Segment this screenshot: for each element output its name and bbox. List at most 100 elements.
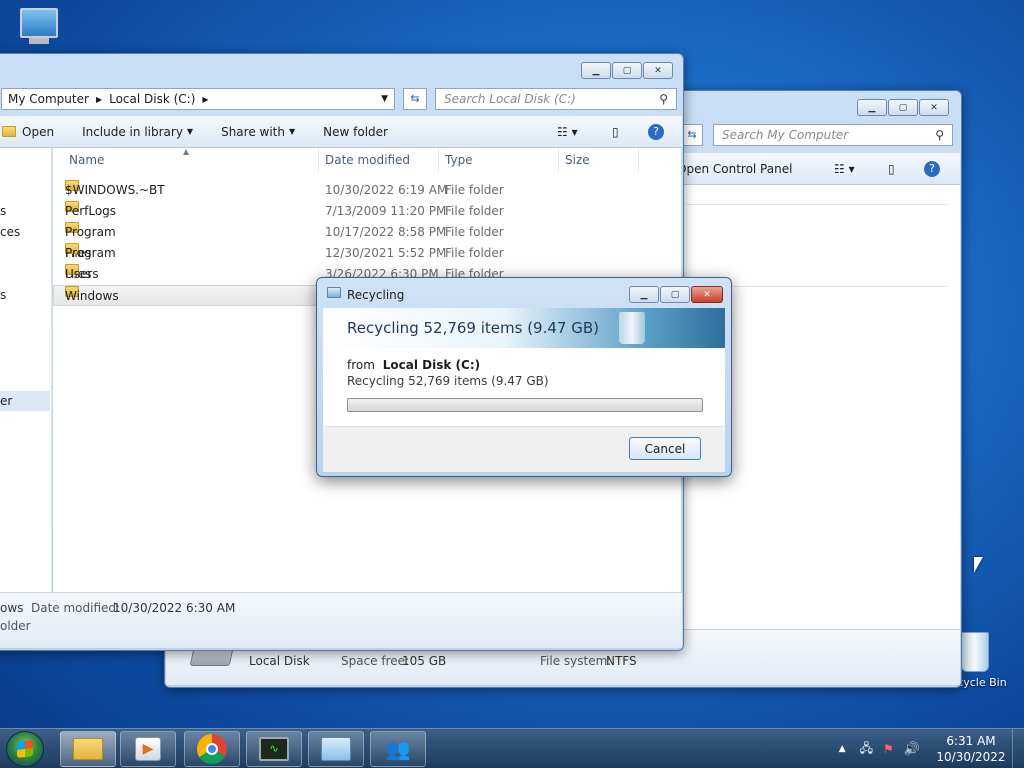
volume-icon[interactable]: 🔊 — [904, 742, 920, 757]
clock[interactable]: 6:31 AM 10/30/2022 — [934, 733, 1008, 765]
navigation-pane: s ces s er — [0, 148, 52, 592]
selected-type: older — [0, 619, 31, 633]
address-dropdown-icon[interactable]: ▼ — [381, 94, 388, 104]
close-button[interactable]: ✕ — [919, 99, 949, 116]
show-hidden-icons-icon[interactable]: ▲ — [839, 744, 846, 754]
column-header-name[interactable]: Name ▲ — [63, 148, 319, 172]
chrome-icon — [197, 734, 227, 764]
search-placeholder: Search My Computer — [722, 128, 849, 142]
table-row[interactable]: Program Files 10/17/2022 8:58 PM File fo… — [53, 222, 681, 260]
chevron-down-icon: ▼ — [186, 127, 194, 136]
breadcrumb-chevron-icon: ▶ — [95, 94, 103, 104]
details-pane: ows Date modified: 10/30/2022 6:30 AM ol… — [0, 592, 682, 648]
column-header-size[interactable]: Size — [559, 148, 639, 172]
search-input[interactable]: Search My Computer ⚲ — [713, 124, 953, 146]
taskbar-control-panel-button[interactable] — [308, 731, 364, 767]
maximize-button[interactable]: ▢ — [888, 99, 918, 116]
computer-desktop-icon[interactable] — [14, 8, 64, 44]
selected-name: ows — [0, 601, 24, 615]
open-button[interactable]: Open — [0, 125, 68, 139]
toolbar: Open Include in library ▼ Share with ▼ N… — [0, 116, 682, 148]
dialog-header-text: Recycling 52,769 items (9.47 GB) — [347, 319, 599, 337]
explorer-folder-icon — [73, 738, 103, 760]
file-system-value: NTFS — [606, 654, 637, 668]
address-bar[interactable]: My Computer ▶ Local Disk (C:) ▶ ▼ — [1, 88, 395, 110]
table-row[interactable]: Program Files (x86) 12/30/2021 5:52 PM F… — [53, 243, 681, 302]
chrome-center-icon — [206, 743, 218, 755]
taskbar-explorer-button[interactable] — [60, 731, 116, 767]
nav-item[interactable]: s — [0, 204, 6, 218]
users-icon: 👥 — [385, 737, 411, 761]
taskbar: ▶ ∿ 👥 ▲ 🖧 ⚑ 🔊 6:31 AM 10/30/2022 — [0, 728, 1024, 768]
preview-pane-icon[interactable]: ▯ — [612, 125, 619, 139]
mouse-cursor — [974, 557, 983, 573]
open-control-panel-button[interactable]: Open Control Panel — [671, 162, 798, 176]
file-system-label: File system: — [540, 654, 612, 668]
maximize-button[interactable]: ▢ — [660, 286, 690, 303]
caption-buttons: ▁ ▢ ✕ — [629, 286, 723, 303]
monitor-stand-icon — [29, 38, 49, 44]
taskbar-chrome-button[interactable] — [184, 731, 240, 767]
network-icon[interactable]: 🖧 — [860, 739, 873, 760]
from-value: Local Disk (C:) — [382, 358, 481, 372]
progress-bar — [347, 398, 703, 412]
taskbar-users-button[interactable]: 👥 — [370, 731, 426, 767]
taskbar-task-manager-button[interactable]: ∿ — [246, 731, 302, 767]
search-icon: ⚲ — [935, 128, 944, 142]
clock-date: 10/30/2022 — [936, 750, 1006, 764]
control-panel-icon — [321, 737, 351, 761]
space-free-value: 105 GB — [402, 654, 447, 668]
cancel-button[interactable]: Cancel — [629, 437, 701, 460]
column-header-date[interactable]: Date modified — [319, 148, 439, 172]
breadcrumb-chevron-icon: ▶ — [202, 94, 209, 104]
system-tray: ▲ 🖧 ⚑ 🔊 6:31 AM 10/30/2022 — [839, 729, 1024, 768]
minimize-button[interactable]: ▁ — [629, 286, 659, 303]
dialog-header: Recycling 52,769 items (9.47 GB) — [323, 308, 725, 348]
table-row[interactable]: PerfLogs 7/13/2009 11:20 PM File folder — [53, 201, 681, 222]
from-label: from — [347, 358, 375, 372]
task-manager-icon: ∿ — [259, 737, 289, 761]
breadcrumb-local-disk[interactable]: Local Disk (C:) — [109, 92, 195, 106]
table-row[interactable]: $WINDOWS.~BT 10/30/2022 6:19 AM File fol… — [53, 180, 681, 201]
maximize-button[interactable]: ▢ — [612, 62, 642, 79]
view-options-icon[interactable]: ☷ ▾ — [834, 162, 855, 176]
close-button[interactable]: ✕ — [643, 62, 673, 79]
search-placeholder: Search Local Disk (C:) — [444, 92, 576, 106]
recycle-dialog-icon — [327, 287, 341, 298]
close-button[interactable]: ✕ — [691, 286, 723, 303]
dialog-body: from Local Disk (C:) Recycling 52,769 it… — [323, 348, 725, 472]
search-input[interactable]: Search Local Disk (C:) ⚲ — [435, 88, 677, 110]
nav-item[interactable]: s — [0, 288, 6, 302]
new-folder-button[interactable]: New folder — [309, 125, 402, 139]
drive-name: Local Disk — [249, 654, 310, 668]
include-in-library-button[interactable]: Include in library ▼ — [68, 125, 207, 139]
help-icon[interactable]: ? — [924, 160, 940, 177]
refresh-button[interactable]: ⇆ — [403, 88, 427, 110]
nav-item[interactable]: ces — [0, 225, 20, 239]
help-icon[interactable]: ? — [648, 123, 664, 140]
nav-item-selected[interactable]: er — [0, 391, 50, 411]
show-desktop-button[interactable] — [1012, 729, 1024, 768]
preview-pane-icon[interactable]: ▯ — [888, 162, 895, 176]
sort-ascending-icon: ▲ — [183, 148, 190, 156]
monitor-icon — [20, 8, 58, 38]
search-icon: ⚲ — [659, 92, 668, 106]
share-with-button[interactable]: Share with ▼ — [207, 125, 309, 139]
start-button[interactable] — [6, 731, 44, 767]
dialog-footer: Cancel — [323, 426, 725, 472]
view-options-icon[interactable]: ☷ ▾ — [557, 125, 578, 139]
minimize-button[interactable]: ▁ — [857, 99, 887, 116]
recycling-dialog: Recycling ▁ ▢ ✕ Recycling 52,769 items (… — [316, 277, 732, 477]
space-free-label: Space free: — [341, 654, 410, 668]
action-center-icon[interactable]: ⚑ — [883, 742, 894, 756]
column-header-type[interactable]: Type — [439, 148, 559, 172]
refresh-button[interactable]: ⇆ — [681, 124, 703, 146]
breadcrumb-my-computer[interactable]: My Computer — [8, 92, 89, 106]
dialog-detail: Recycling 52,769 items (9.47 GB) — [347, 374, 549, 388]
minimize-button[interactable]: ▁ — [581, 62, 611, 79]
group-divider — [686, 204, 948, 205]
dialog-title: Recycling — [347, 288, 405, 302]
chevron-down-icon: ▼ — [288, 127, 296, 136]
recycle-bin-icon — [961, 632, 989, 672]
taskbar-media-player-button[interactable]: ▶ — [120, 731, 176, 767]
